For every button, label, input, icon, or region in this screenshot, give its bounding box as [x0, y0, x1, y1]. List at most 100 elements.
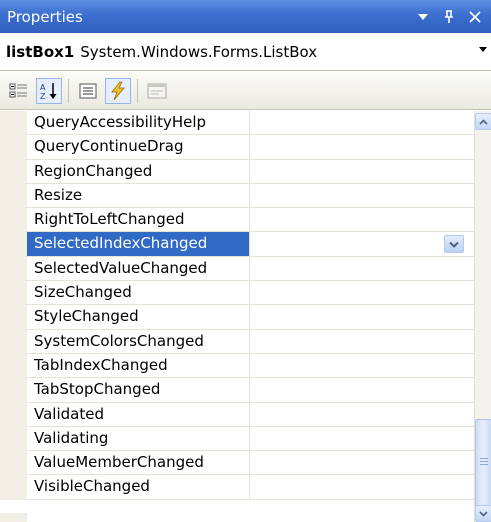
event-handler-value[interactable] [250, 135, 474, 160]
event-handler-value[interactable] [250, 305, 474, 330]
event-handler-value[interactable] [250, 184, 474, 209]
properties-icon [79, 83, 97, 98]
categorized-icon [9, 83, 27, 97]
event-row[interactable]: QueryAccessibilityHelp [0, 111, 474, 136]
row-gutter [0, 305, 27, 330]
titlebar-icons [413, 0, 491, 33]
row-gutter [0, 256, 27, 282]
object-name: listBox1 [6, 42, 75, 61]
event-name[interactable]: Resize [27, 183, 250, 209]
categorized-button[interactable] [6, 78, 32, 104]
row-gutter [0, 378, 27, 403]
event-handler-value[interactable] [250, 427, 474, 452]
row-gutter [0, 329, 27, 354]
property-pages-icon [147, 83, 167, 98]
event-handler-value[interactable] [250, 208, 474, 233]
event-row[interactable]: TabStopChanged [0, 378, 474, 403]
event-handler-value[interactable] [250, 232, 474, 257]
handler-dropdown-button[interactable] [444, 235, 464, 254]
row-gutter [0, 183, 27, 209]
toolbar-separator [68, 78, 69, 103]
event-row[interactable]: Resize [0, 183, 474, 209]
properties-button[interactable] [75, 78, 101, 104]
event-handler-value[interactable] [250, 257, 474, 282]
event-row[interactable]: Validating [0, 426, 474, 452]
object-type: System.Windows.Forms.ListBox [80, 42, 318, 61]
row-gutter [0, 353, 27, 379]
event-name[interactable]: Validating [27, 426, 250, 452]
event-row[interactable]: VisibleChanged [0, 475, 474, 500]
row-gutter [0, 232, 27, 257]
panel-title: Properties [7, 7, 83, 26]
event-name[interactable]: ValueMemberChanged [27, 451, 250, 476]
svg-text:A: A [40, 83, 46, 92]
row-gutter [0, 135, 27, 160]
event-handler-value[interactable] [250, 111, 474, 136]
alphabetical-button[interactable]: A Z [36, 77, 62, 104]
row-gutter [0, 159, 27, 184]
event-name[interactable]: RightToLeftChanged [27, 208, 250, 233]
toolbar-separator [137, 78, 138, 103]
row-gutter [0, 402, 27, 427]
alphabetical-icon: A Z [40, 82, 57, 101]
svg-text:Z: Z [40, 92, 46, 101]
properties-titlebar: Properties [0, 0, 491, 33]
event-row[interactable]: TabIndexChanged [0, 353, 474, 379]
event-grid: QueryAccessibilityHelp QueryContinueDrag R… [0, 111, 474, 513]
chevron-down-icon [449, 241, 459, 248]
scroll-down-button[interactable] [475, 505, 491, 522]
event-row[interactable]: SelectedValueChanged [0, 256, 474, 282]
event-name[interactable]: RegionChanged [27, 159, 250, 184]
event-row[interactable]: SystemColorsChanged [0, 329, 474, 354]
scroll-grip [480, 458, 488, 465]
object-selector-dropdown-icon[interactable] [479, 47, 487, 52]
event-row[interactable]: ValueMemberChanged [0, 451, 474, 476]
event-row[interactable]: SizeChanged [0, 281, 474, 306]
event-name[interactable]: QueryContinueDrag [27, 135, 250, 160]
event-name[interactable]: SystemColorsChanged [27, 329, 250, 354]
scroll-up-button[interactable] [475, 113, 491, 130]
auto-hide-pin-icon[interactable] [439, 7, 459, 27]
event-name[interactable]: QueryAccessibilityHelp [27, 111, 250, 136]
properties-toolbar: A Z [0, 72, 491, 110]
row-gutter [0, 111, 27, 136]
event-handler-value[interactable] [250, 281, 474, 306]
event-row[interactable]: SelectedIndexChanged [0, 232, 474, 257]
event-handler-value[interactable] [250, 475, 474, 500]
vertical-scrollbar[interactable] [474, 111, 491, 522]
event-row[interactable]: StyleChanged [0, 305, 474, 330]
event-name[interactable]: Validated [27, 402, 250, 427]
event-name[interactable]: SelectedIndexChanged [27, 232, 250, 257]
events-button[interactable] [105, 77, 131, 104]
object-selector[interactable]: listBox1 System.Windows.Forms.ListBox [0, 33, 491, 71]
row-gutter [0, 281, 27, 306]
row-gutter [0, 426, 27, 452]
grid-bottom [0, 513, 474, 522]
scroll-thumb[interactable] [475, 419, 491, 507]
event-row[interactable]: RightToLeftChanged [0, 208, 474, 233]
event-name[interactable]: StyleChanged [27, 305, 250, 330]
row-gutter [0, 451, 27, 476]
chevron-down-icon [479, 510, 488, 517]
event-row[interactable]: RegionChanged [0, 159, 474, 184]
event-name[interactable]: TabStopChanged [27, 378, 250, 403]
event-handler-value[interactable] [250, 378, 474, 403]
property-pages-button[interactable] [144, 78, 170, 104]
window-position-dropdown-icon[interactable] [413, 7, 433, 27]
row-gutter [0, 475, 27, 500]
chevron-up-icon [479, 118, 488, 125]
event-name[interactable]: VisibleChanged [27, 475, 250, 500]
event-name[interactable]: SizeChanged [27, 281, 250, 306]
events-icon [111, 81, 125, 100]
close-icon[interactable] [465, 7, 485, 27]
event-handler-value[interactable] [250, 403, 474, 427]
event-name[interactable]: SelectedValueChanged [27, 256, 250, 282]
event-handler-value[interactable] [250, 451, 474, 476]
event-handler-value[interactable] [250, 160, 474, 184]
event-row[interactable]: QueryContinueDrag [0, 135, 474, 160]
row-gutter [0, 208, 27, 233]
event-handler-value[interactable] [250, 330, 474, 354]
event-row[interactable]: Validated [0, 402, 474, 427]
event-handler-value[interactable] [250, 354, 474, 379]
event-name[interactable]: TabIndexChanged [27, 353, 250, 379]
